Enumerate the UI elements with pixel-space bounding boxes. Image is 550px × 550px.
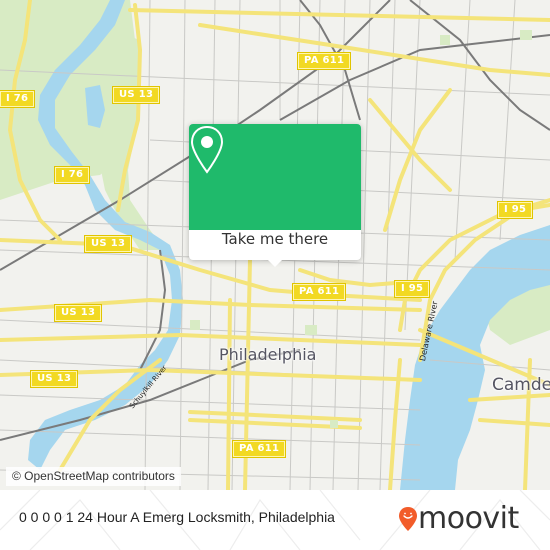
road-shield-pa611: PA 611 <box>233 441 286 457</box>
road-shield-i95: I 95 <box>395 281 430 297</box>
road-shield-i95: I 95 <box>498 202 533 218</box>
moovit-pin-icon <box>399 507 417 531</box>
moovit-wordmark: moovit <box>418 501 519 536</box>
map-pin-icon <box>190 125 224 174</box>
footer-bar: 0 0 0 0 1 24 Hour A Emerg Locksmith, Phi… <box>0 490 550 550</box>
map[interactable]: PA 611 PA 611 PA 611 US 13 US 13 US 13 U… <box>0 0 550 490</box>
road-shield-us13: US 13 <box>113 87 160 103</box>
road-shield-i76: I 76 <box>55 167 90 183</box>
road-shield-pa611: PA 611 <box>298 53 351 69</box>
road-shield-us13: US 13 <box>31 371 78 387</box>
osm-attribution[interactable]: © OpenStreetMap contributors <box>6 467 181 486</box>
location-title: 0 0 0 0 1 24 Hour A Emerg Locksmith, Phi… <box>19 509 335 525</box>
destination-popup: Take me there <box>189 124 361 267</box>
road-shield-i76: I 76 <box>0 91 35 107</box>
city-label-camden: Camde <box>492 375 550 395</box>
road-shield-us13: US 13 <box>55 305 102 321</box>
popup-tail <box>267 259 283 267</box>
take-me-there-button[interactable]: Take me there <box>189 230 361 260</box>
city-label-philadelphia: Philadelphia <box>219 345 317 364</box>
road-shield-us13: US 13 <box>85 236 132 252</box>
road-shield-pa611: PA 611 <box>293 284 346 300</box>
popup-header <box>189 124 361 230</box>
